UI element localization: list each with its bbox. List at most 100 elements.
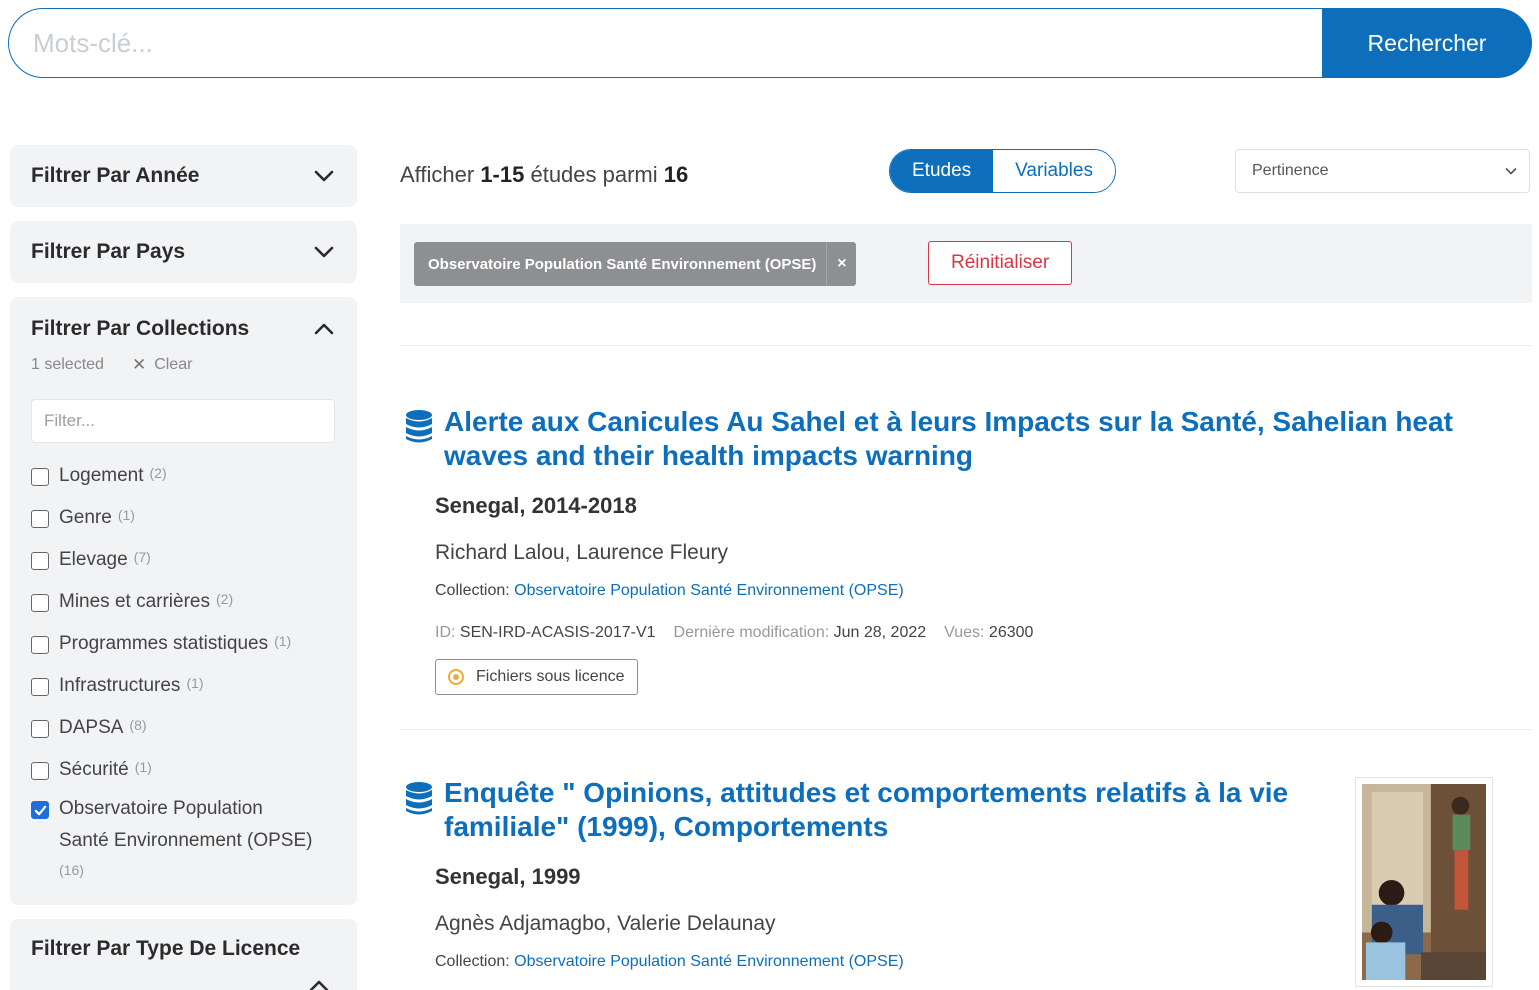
checkbox-icon[interactable]	[31, 552, 49, 570]
sort-select[interactable]: Pertinence	[1235, 149, 1530, 193]
facet-year[interactable]: Filtrer Par Année	[10, 145, 357, 207]
option-label: DAPSA	[59, 717, 124, 738]
checkbox-icon[interactable]	[31, 594, 49, 612]
close-icon: ✕	[131, 355, 147, 374]
title-line: waves and their health impacts warning	[444, 440, 974, 471]
active-filters-bar: Observatoire Population Santé Environnem…	[400, 224, 1532, 303]
collections-filter-input[interactable]	[31, 399, 335, 443]
chevron-up-icon[interactable]	[308, 975, 330, 990]
collection-option-logement[interactable]: Logement (2)	[31, 457, 357, 499]
modified-value: Jun 28, 2022	[833, 624, 927, 641]
tab-variables[interactable]: Variables	[993, 150, 1115, 192]
collection-label: Collection:	[435, 582, 510, 599]
collection-option-mines[interactable]: Mines et carrières (2)	[31, 583, 357, 625]
modified-label: Dernière modification:	[673, 624, 830, 641]
checkbox-icon[interactable]	[31, 636, 49, 654]
option-count: (2)	[149, 465, 167, 481]
option-count: (7)	[133, 549, 151, 565]
facet-year-header[interactable]: Filtrer Par Année	[10, 145, 357, 207]
facet-country[interactable]: Filtrer Par Pays	[10, 221, 357, 283]
checkbox-icon[interactable]	[31, 720, 49, 738]
license-dot-icon	[448, 669, 464, 685]
chevron-down-icon	[1505, 167, 1517, 175]
option-label: Elevage	[59, 549, 128, 570]
clear-button[interactable]: ✕ Clear	[132, 355, 192, 375]
chip-label: Observatoire Population Santé Environnem…	[428, 255, 817, 273]
facet-year-title: Filtrer Par Année	[31, 164, 200, 187]
collection-link[interactable]: Observatoire Population Santé Environnem…	[514, 953, 904, 970]
thumbnail-photo	[1362, 784, 1486, 980]
facet-license-header[interactable]: Filtrer Par Type De Licence	[10, 919, 357, 990]
divider	[400, 345, 1532, 346]
facet-country-header[interactable]: Filtrer Par Pays	[10, 221, 357, 283]
chevron-up-icon[interactable]	[313, 318, 335, 340]
option-label-line2: Santé Environnement (OPSE)	[59, 830, 313, 851]
facet-collections-header[interactable]: Filtrer Par Collections	[10, 297, 357, 361]
title-line: Enquête " Opinions, attitudes et comport…	[444, 777, 1289, 808]
option-label: Observatoire Population	[59, 798, 263, 819]
results-main: Afficher 1-15 études parmi 16 Etudes Var…	[400, 145, 1532, 987]
checkbox-icon[interactable]	[31, 510, 49, 528]
result-country-years: Senegal, 1999	[435, 864, 581, 889]
clear-label: Clear	[154, 356, 193, 373]
filter-sidebar: Filtrer Par Année Filtrer Par Pays Filtr…	[10, 145, 357, 990]
collection-option-dapsa[interactable]: DAPSA (8)	[31, 709, 357, 751]
option-count: (16)	[59, 862, 84, 878]
option-label-wrap: Observatoire Population Santé Environneme…	[59, 793, 312, 883]
views-value: 26300	[988, 624, 1034, 641]
option-count: (1)	[117, 507, 135, 523]
reset-button[interactable]: Réinitialiser	[928, 241, 1073, 285]
option-label: Logement	[59, 465, 144, 486]
checkbox-icon[interactable]	[31, 468, 49, 486]
collection-option-elevage[interactable]: Elevage (7)	[31, 541, 357, 583]
checkbox-icon[interactable]	[31, 762, 49, 780]
search-button[interactable]: Rechercher	[1322, 8, 1532, 78]
collection-option-opse[interactable]: Observatoire Population Santé Environneme…	[31, 793, 357, 883]
divider	[400, 729, 1532, 730]
chevron-down-icon[interactable]	[313, 165, 335, 187]
title-line: Alerte aux Canicules Au Sahel et à leurs…	[444, 406, 1453, 437]
collection-options: Logement (2) Genre (1) Elevage (7) Mines et…	[10, 457, 357, 883]
results-toolbar: Afficher 1-15 études parmi 16 Etudes Var…	[400, 145, 1532, 205]
option-label: Sécurité	[59, 759, 129, 780]
result-thumbnail[interactable]	[1355, 777, 1493, 987]
facet-country-title: Filtrer Par Pays	[31, 240, 186, 263]
chevron-down-icon[interactable]	[313, 241, 335, 263]
collection-label: Collection:	[435, 953, 510, 970]
collection-option-genre[interactable]: Genre (1)	[31, 499, 357, 541]
title-line: familiale" (1999), Comportements	[444, 811, 889, 842]
results-summary: Afficher 1-15 études parmi 16	[400, 162, 688, 188]
id-value: SEN-IRD-ACASIS-2017-V1	[459, 624, 656, 641]
tab-studies[interactable]: Etudes	[890, 150, 994, 192]
collection-option-infrastructures[interactable]: Infrastructures (1)	[31, 667, 357, 709]
checkbox-icon[interactable]	[31, 678, 49, 696]
collection-option-programmes[interactable]: Programmes statistiques (1)	[31, 625, 357, 667]
result-country-years: Senegal, 2014-2018	[435, 493, 637, 518]
selection-status: 1 selected ✕ Clear	[10, 355, 357, 375]
search-bar: Rechercher	[8, 8, 1532, 78]
result-title-link[interactable]: Alerte aux Canicules Au Sahel et à leurs…	[444, 405, 1453, 473]
option-label: Mines et carrières	[59, 591, 210, 612]
facet-collections: Filtrer Par Collections 1 selected ✕ Clea…	[10, 297, 357, 905]
summary-middle: études parmi	[524, 162, 664, 187]
result-collection: Collection: Observatoire Population Sant…	[435, 582, 904, 600]
active-filter-chip: Observatoire Population Santé Environnem…	[414, 242, 857, 286]
collection-option-securite[interactable]: Sécurité (1)	[31, 751, 357, 793]
result-authors: Agnès Adjamagbo, Valerie Delaunay	[435, 912, 776, 935]
facet-license-title: Filtrer Par Type De Licence	[31, 937, 301, 960]
views-label: Vues:	[944, 624, 985, 641]
result-title-link[interactable]: Enquête " Opinions, attitudes et comport…	[444, 776, 1288, 844]
database-icon	[406, 782, 432, 815]
collection-link[interactable]: Observatoire Population Santé Environnem…	[514, 582, 904, 599]
database-icon	[406, 410, 432, 443]
close-icon[interactable]: ×	[826, 242, 856, 286]
facet-collections-title: Filtrer Par Collections	[31, 317, 250, 340]
sort-selected: Pertinence	[1252, 162, 1329, 179]
checkbox-icon[interactable]	[31, 801, 49, 819]
result-collection: Collection: Observatoire Population Sant…	[435, 953, 904, 971]
search-input[interactable]	[8, 8, 1322, 78]
option-count: (1)	[186, 675, 204, 691]
summary-total: 16	[663, 162, 689, 187]
option-count: (1)	[274, 633, 292, 649]
facet-license[interactable]: Filtrer Par Type De Licence	[10, 919, 357, 990]
